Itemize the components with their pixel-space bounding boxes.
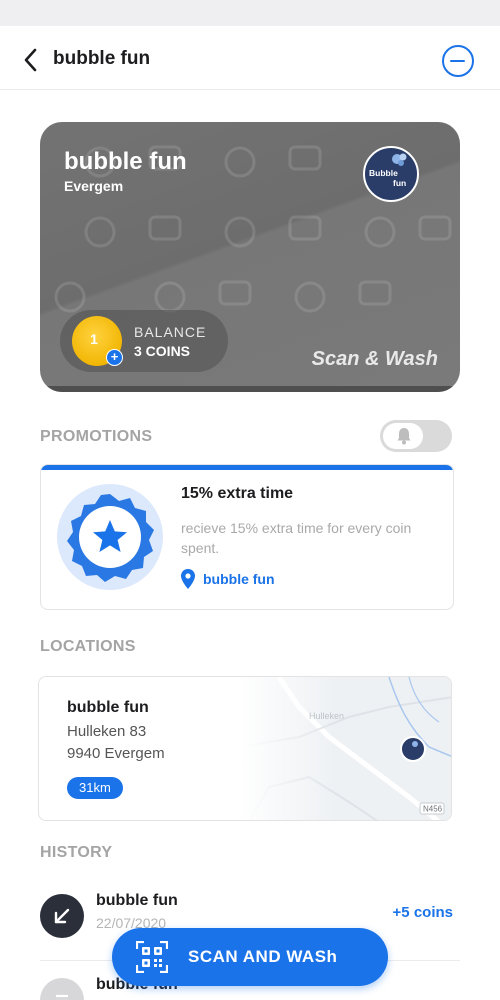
coin-number: 1 (90, 331, 98, 347)
distance-badge: 31km (67, 777, 123, 799)
toggle-knob (383, 423, 423, 449)
page-title: bubble fun (53, 48, 151, 69)
coin-icon: 1 + (72, 316, 123, 366)
logo-text-top: Bubble (369, 168, 398, 178)
map-thumbnail[interactable]: Hulleken N456 (239, 677, 452, 821)
store-card[interactable]: bubble fun Evergem Bubble fun 1 + BALANC… (40, 122, 460, 392)
menu-icon (40, 978, 84, 1000)
remove-button[interactable] (442, 45, 474, 77)
scan-and-wash-button[interactable]: SCAN AND WASh (112, 928, 388, 986)
bell-icon (397, 428, 411, 445)
promotion-accent-bar (41, 465, 453, 470)
promotions-section-label: PROMOTIONS (40, 428, 153, 445)
store-logo: Bubble fun (363, 146, 419, 202)
location-city: 9940 Evergem (67, 745, 165, 762)
chevron-left-icon (24, 48, 37, 72)
balance-pill[interactable]: 1 + BALANCE 3 COINS (60, 310, 228, 372)
star-badge-icon (57, 484, 163, 590)
qr-code-icon (136, 941, 168, 973)
location-name: bubble fun (67, 699, 149, 716)
balance-value: 3 COINS (134, 343, 191, 359)
history-item-coins: +5 coins (392, 904, 453, 921)
card-store-name: bubble fun (64, 148, 187, 175)
map-street-label: Hulleken (309, 711, 344, 721)
promotion-card[interactable]: 15% extra time recieve 15% extra time fo… (40, 464, 454, 610)
logo-text-bottom: fun (393, 178, 407, 188)
balance-label: BALANCE (134, 324, 207, 340)
status-bar (0, 0, 500, 26)
card-store-city: Evergem (64, 178, 124, 194)
locations-section-label: LOCATIONS (40, 638, 136, 655)
location-card[interactable]: Hulleken N456 bubble fun Hulleken 83 994… (38, 676, 452, 821)
map-road-label: N456 (423, 805, 443, 814)
promotion-title: 15% extra time (181, 485, 294, 502)
card-bottom-strip (40, 386, 460, 392)
plus-icon[interactable]: + (106, 349, 123, 366)
scan-and-wash-label: SCAN AND WASh (188, 947, 338, 966)
promotion-location-link[interactable]: bubble fun (203, 571, 275, 587)
location-pin-icon (181, 569, 195, 589)
back-button[interactable] (20, 46, 44, 74)
location-street: Hulleken 83 (67, 723, 147, 740)
arrow-down-left-icon (40, 894, 84, 938)
header: bubble fun (0, 26, 500, 90)
history-section-label: HISTORY (40, 844, 113, 861)
screen: bubble fun bubble fun Evergem Bubble fun… (0, 26, 500, 1000)
card-tagline: Scan & Wash (311, 348, 438, 370)
history-item-name: bubble fun (96, 892, 178, 909)
promotions-notification-toggle[interactable] (380, 420, 452, 452)
promotion-description: recieve 15% extra time for every coin sp… (181, 520, 412, 556)
